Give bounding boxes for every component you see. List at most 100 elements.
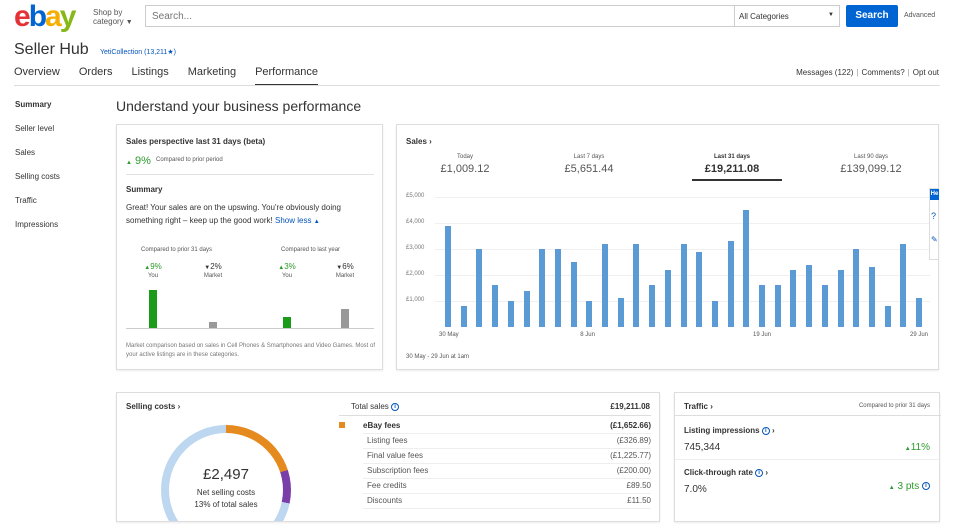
sales-bar[interactable]: [790, 269, 797, 327]
messages-link[interactable]: Messages (122): [796, 68, 853, 77]
sales-bar[interactable]: [916, 298, 922, 327]
period-last-7-days[interactable]: Last 7 days £5,651.44: [534, 154, 644, 175]
period-label: Last 31 days: [713, 154, 751, 160]
show-less-link[interactable]: Show less ▲: [275, 216, 320, 225]
sales-bar[interactable]: [445, 225, 451, 327]
click-through-rate-link[interactable]: Click-through rate i ›: [684, 468, 768, 477]
help-tab[interactable]: He: [930, 189, 939, 200]
tab-listings[interactable]: Listings: [131, 66, 168, 86]
compared-label: Compared to prior period: [156, 157, 223, 163]
cost-value: £89.50: [626, 481, 651, 490]
sales-bar[interactable]: [900, 243, 907, 327]
store-link[interactable]: YetiCollection (13,211★): [100, 48, 176, 56]
cost-row: Listing fees (£326.89): [339, 434, 651, 449]
period-label: Last 90 days: [853, 154, 889, 160]
selling-costs-title-link[interactable]: Selling costs ›: [126, 402, 180, 411]
sales-bar[interactable]: [664, 269, 671, 327]
logo-letter: y: [59, 0, 77, 33]
sales-bar[interactable]: [821, 285, 828, 327]
search-input[interactable]: [146, 6, 734, 26]
chevron-down-icon: ▼: [125, 19, 133, 26]
listing-impressions-link[interactable]: Listing impressions i ›: [684, 426, 775, 435]
sales-bar[interactable]: [507, 301, 514, 327]
sales-bar[interactable]: [523, 290, 530, 327]
info-icon[interactable]: i: [755, 468, 764, 477]
sales-bar[interactable]: [570, 262, 577, 327]
traffic-title-link[interactable]: Traffic ›: [684, 402, 713, 411]
sales-bar[interactable]: [806, 264, 813, 327]
stat-value: ▼2%: [196, 262, 230, 271]
sales-bar[interactable]: [759, 285, 765, 327]
period-last-90-days[interactable]: Last 90 days £139,099.12: [816, 154, 926, 175]
category-label: category: [93, 17, 124, 26]
sales-bar[interactable]: [884, 306, 891, 327]
x-tick-label: 30 May: [439, 332, 459, 338]
listing-impressions-value: 745,344: [684, 442, 721, 453]
info-icon[interactable]: i: [761, 426, 770, 435]
sales-bar[interactable]: [727, 241, 734, 327]
sales-bar[interactable]: [554, 249, 561, 327]
search-bar[interactable]: [145, 5, 735, 27]
nav-item-impressions[interactable]: Impressions: [15, 220, 60, 244]
tab-orders[interactable]: Orders: [79, 66, 113, 86]
nav-item-selling-costs[interactable]: Selling costs: [15, 172, 60, 196]
sales-bar[interactable]: [460, 306, 467, 327]
chevron-right-icon: ›: [765, 468, 769, 477]
search-button[interactable]: Search: [846, 5, 898, 27]
question-icon[interactable]: ?: [931, 211, 936, 221]
sales-bar[interactable]: [680, 243, 687, 327]
sales-bar[interactable]: [853, 249, 860, 327]
divider: [675, 415, 941, 416]
sales-bar[interactable]: [696, 251, 703, 327]
stat-value: ▲3%: [270, 262, 304, 271]
tab-performance[interactable]: Performance: [255, 66, 319, 86]
cost-row: Discounts £11.50: [339, 494, 651, 509]
period-last-31-days[interactable]: Last 31 days £19,211.08: [677, 154, 787, 175]
prior-period-heading: Compared to prior 31 days: [141, 247, 213, 253]
chevron-right-icon: ›: [710, 402, 713, 411]
left-nav: Summary Seller level Sales Selling costs…: [15, 100, 60, 244]
info-icon[interactable]: i: [922, 482, 930, 491]
nav-item-summary[interactable]: Summary: [15, 100, 60, 124]
cost-row: Subscription fees (£200.00): [339, 464, 651, 479]
cost-row: eBay fees (£1,652.66): [339, 419, 651, 434]
sales-bar[interactable]: [649, 285, 656, 327]
divider: [126, 174, 374, 175]
sales-bar[interactable]: [711, 301, 718, 327]
up-arrow-icon: ▲: [888, 485, 895, 491]
advanced-search-link[interactable]: Advanced: [904, 12, 935, 19]
sales-bar[interactable]: [633, 243, 640, 327]
sales-bar[interactable]: [476, 249, 483, 327]
period-value: £139,099.12: [840, 163, 902, 175]
tab-marketing[interactable]: Marketing: [188, 66, 236, 86]
tab-overview[interactable]: Overview: [14, 66, 60, 86]
ebay-logo[interactable]: ebay: [14, 0, 77, 33]
sales-perspective-card: Sales perspective last 31 days (beta) ▲ …: [116, 124, 383, 370]
sales-bar[interactable]: [539, 249, 546, 327]
comments-link[interactable]: Comments?: [862, 68, 905, 77]
sales-bar[interactable]: [586, 301, 593, 327]
total-sales-value: £19,211.08: [610, 402, 650, 411]
opt-out-link[interactable]: Opt out: [913, 68, 939, 77]
shop-by-category-button[interactable]: Shop by category ▼: [93, 8, 133, 27]
sales-title-link[interactable]: Sales ›: [406, 137, 432, 146]
sales-bar[interactable]: [602, 243, 608, 327]
sales-bar[interactable]: [837, 269, 844, 327]
period-today[interactable]: Today £1,009.12: [410, 154, 520, 175]
nav-item-seller-level[interactable]: Seller level: [15, 124, 60, 148]
nav-item-sales[interactable]: Sales: [15, 148, 60, 172]
category-select-value: All Categories: [739, 12, 789, 21]
stat-label: Market: [203, 273, 223, 279]
nav-item-traffic[interactable]: Traffic: [15, 196, 60, 220]
category-select[interactable]: All Categories ▼: [734, 5, 840, 27]
sales-bar[interactable]: [492, 285, 499, 327]
sales-bar[interactable]: [743, 210, 750, 327]
x-tick-label: 29 Jun: [910, 332, 929, 338]
sales-bar[interactable]: [617, 298, 624, 327]
info-icon[interactable]: i: [391, 402, 400, 411]
period-label: Last 7 days: [573, 154, 605, 160]
tab-divider: [14, 85, 940, 86]
sales-bar[interactable]: [774, 285, 781, 327]
feedback-icon[interactable]: ✎: [931, 235, 938, 244]
sales-bar[interactable]: [868, 267, 875, 327]
